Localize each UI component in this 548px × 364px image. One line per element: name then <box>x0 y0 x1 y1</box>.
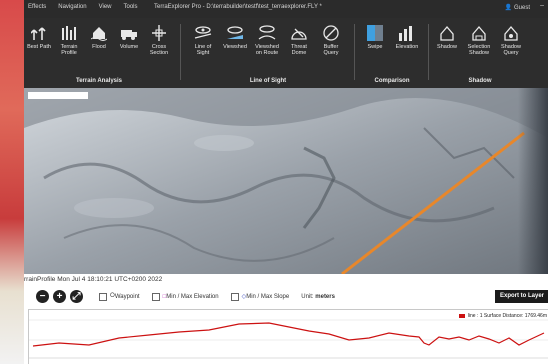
buffer-query-button[interactable]: Buffer Query <box>316 24 346 68</box>
group-label-comparison: Comparison <box>374 78 410 84</box>
elevation-icon <box>399 26 412 41</box>
fit-extent-button[interactable]: ⤢ <box>70 290 83 303</box>
shadow-query-icon <box>504 26 518 41</box>
menu-effects[interactable]: Effects <box>26 4 56 10</box>
minmax-elevation-option[interactable]: □ Min / Max Elevation <box>151 292 219 301</box>
viewshed-on-route-icon <box>258 25 276 40</box>
best-path-label: Best Path <box>27 44 51 50</box>
buffer-query-icon <box>323 25 339 41</box>
flood-button[interactable]: Flood <box>84 24 114 68</box>
viewshed-on-route-label: Viewshed on Route <box>255 44 279 56</box>
minmax-elevation-label: Min / Max Elevation <box>166 293 219 300</box>
terrain-profile-label: Terrain Profile <box>60 44 78 56</box>
shadow-icon <box>440 26 454 41</box>
threat-dome-icon <box>291 28 307 40</box>
viewshed-button[interactable]: Viewshed <box>220 24 250 68</box>
buffer-query-label: Buffer Query <box>323 44 339 56</box>
selection-shadow-icon <box>472 26 486 41</box>
shadow-button[interactable]: Shadow <box>432 24 462 68</box>
user-icon: 👤 <box>504 5 514 11</box>
group-label-shadow: Shadow <box>468 78 492 84</box>
swipe-icon <box>367 25 383 41</box>
background-photo <box>0 0 26 364</box>
unit-label: Unit: <box>301 293 314 300</box>
selection-shadow-label: Selection Shadow <box>467 44 491 56</box>
line-of-sight-button[interactable]: Line of Sight <box>188 24 218 68</box>
3d-terrain-viewport[interactable] <box>24 88 548 274</box>
user-name: Guest <box>513 5 530 11</box>
unit-selector[interactable]: Unit: meters <box>301 294 335 300</box>
swipe-label: Swipe <box>367 44 383 50</box>
menu-tools[interactable]: Tools <box>122 4 148 10</box>
elevation-profile-line <box>32 322 545 347</box>
threat-dome-label: Threat Dome <box>291 44 307 56</box>
profile-controls: − + ⤢ ⭘ Waypoint □ Min / Max Elevation ◇… <box>36 290 335 303</box>
ribbon-toolbar: Best Path Terrain Profile Flood Volume C… <box>24 18 548 89</box>
menu-navigation[interactable]: Navigation <box>56 4 96 10</box>
viewshed-label: Viewshed <box>223 44 247 50</box>
zoom-in-button[interactable]: + <box>53 290 66 303</box>
group-label-terrain-analysis: Terrain Analysis <box>75 78 123 84</box>
viewport-overlay-box <box>28 92 88 99</box>
title-bar: Effects Navigation View Tools TerraExplo… <box>24 0 548 18</box>
elevation-label: Elevation <box>395 44 419 50</box>
best-path-button[interactable]: Best Path <box>24 24 54 68</box>
profile-legend-text: line : 1 Surface Distance: 1769.46m <box>467 313 547 319</box>
threat-dome-button[interactable]: Threat Dome <box>284 24 314 68</box>
viewshed-icon <box>227 26 243 39</box>
terrain-render <box>24 88 548 274</box>
volume-button[interactable]: Volume <box>114 24 144 68</box>
line-of-sight-icon <box>194 26 212 39</box>
minimize-button[interactable]: – <box>540 2 544 9</box>
shadow-query-button[interactable]: Shadow Query <box>496 24 526 68</box>
shadow-query-label: Shadow Query <box>501 44 521 56</box>
cross-section-button[interactable]: Cross Section <box>144 24 174 68</box>
minmax-slope-label: Min / Max Slope <box>246 293 290 300</box>
selection-shadow-button[interactable]: Selection Shadow <box>464 24 494 68</box>
waypoint-label: Waypoint <box>114 293 140 300</box>
window-title: TerraExplorer Pro - D:\terrabuilder\test… <box>154 4 322 10</box>
best-path-icon <box>31 27 46 40</box>
ribbon-separator <box>180 24 181 80</box>
viewport-edge-shade <box>518 88 548 274</box>
profile-legend: line : 1 Surface Distance: 1769.46m <box>458 313 547 319</box>
waypoint-checkbox[interactable] <box>99 292 107 301</box>
minmax-slope-checkbox[interactable] <box>230 292 239 301</box>
volume-icon <box>121 30 137 40</box>
minmax-slope-option[interactable]: ◇ Min / Max Slope <box>230 292 290 301</box>
group-label-line-of-sight: Line of Sight <box>249 78 287 84</box>
ribbon-separator <box>354 24 355 80</box>
flood-icon <box>91 27 107 41</box>
terrain-profile-status: rrainProfile Mon Jul 4 18:10:21 UTC+0200… <box>24 276 163 283</box>
zoom-out-button[interactable]: − <box>36 290 49 303</box>
menu-view[interactable]: View <box>97 4 122 10</box>
terrain-profile-button[interactable]: Terrain Profile <box>54 24 84 68</box>
terrain-profile-icon <box>62 26 76 40</box>
waypoint-option[interactable]: ⭘ Waypoint <box>99 292 140 301</box>
swipe-button[interactable]: Swipe <box>360 24 390 68</box>
elevation-button[interactable]: Elevation <box>392 24 422 68</box>
line-of-sight-label: Line of Sight <box>194 44 212 56</box>
unit-value: meters <box>315 293 335 300</box>
menu-bar: Effects Navigation View Tools <box>26 4 148 10</box>
user-menu[interactable]: 👤 Guest <box>505 4 530 11</box>
viewshed-on-route-button[interactable]: Viewshed on Route <box>252 24 282 68</box>
legend-swatch <box>458 314 465 318</box>
terrain-profile-graph[interactable]: line : 1 Surface Distance: 1769.46m <box>28 309 548 364</box>
export-to-layer-button[interactable]: Export to Layer <box>495 290 548 303</box>
terraexplorer-window: Effects Navigation View Tools TerraExplo… <box>24 0 548 364</box>
flood-label: Flood <box>92 44 106 50</box>
ribbon-separator <box>428 24 429 80</box>
cross-section-label: Cross Section <box>149 44 169 56</box>
minmax-elevation-checkbox[interactable] <box>151 292 160 301</box>
volume-label: Volume <box>119 44 139 50</box>
cross-section-icon <box>152 25 166 41</box>
shadow-label: Shadow <box>437 44 457 50</box>
